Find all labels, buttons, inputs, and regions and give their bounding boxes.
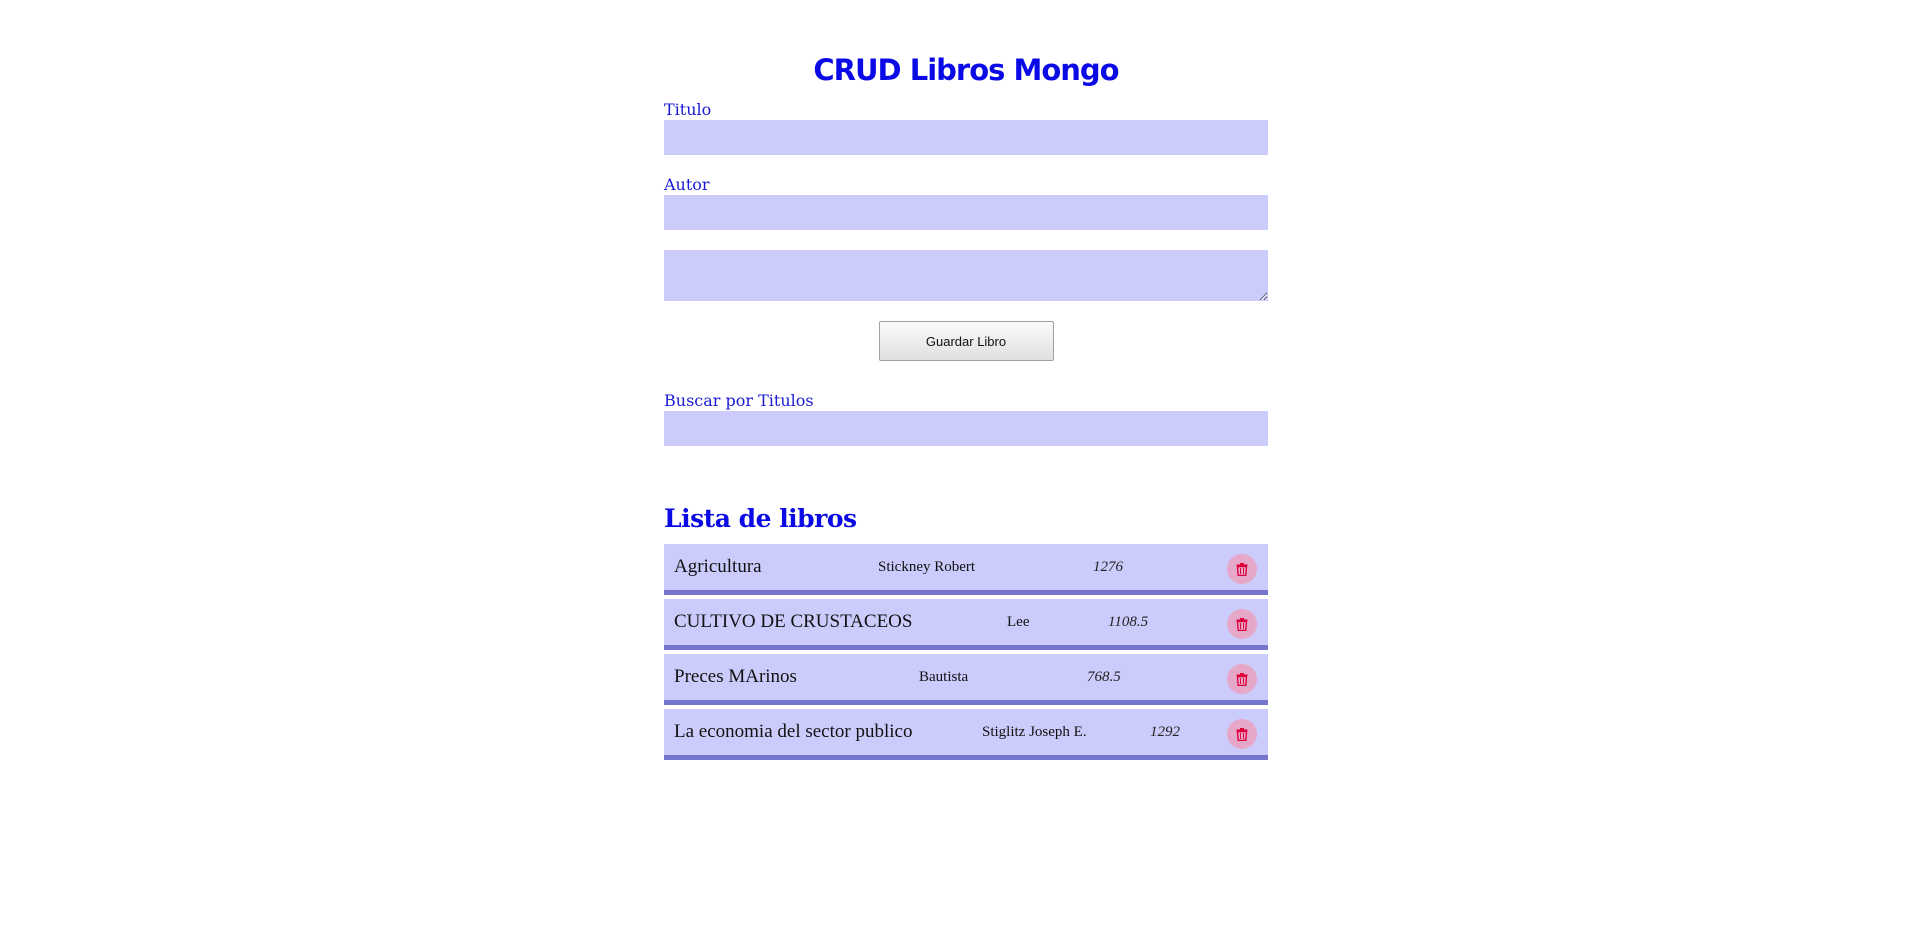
list-item: CULTIVO DE CRUSTACEOS Lee 1108.5 [664,599,1268,650]
list-item: Agricultura Stickney Robert 1276 [664,544,1268,595]
book-number: 1276 [1093,559,1123,575]
delete-button[interactable] [1227,719,1257,749]
book-title: Preces MArinos [674,666,797,687]
app-container: CRUD Libros Mongo Titulo Autor Guardar L… [664,0,1268,764]
save-row: Guardar Libro [664,321,1268,361]
titulo-label: Titulo [664,100,712,119]
book-title: Agricultura [674,556,762,577]
book-number: 1108.5 [1108,614,1149,630]
list-item: Preces MArinos Bautista 768.5 [664,654,1268,705]
book-author: Lee [1007,614,1030,630]
book-title: La economia del sector publico [674,721,913,742]
save-book-button[interactable]: Guardar Libro [878,321,1054,361]
book-title: CULTIVO DE CRUSTACEOS [674,611,913,632]
book-author: Stickney Robert [878,559,976,575]
autor-input[interactable] [664,195,1268,230]
description-textarea[interactable] [664,250,1268,301]
trash-icon [1236,562,1248,576]
titulo-input[interactable] [664,120,1268,155]
book-number: 768.5 [1087,669,1121,685]
book-author: Bautista [919,669,969,685]
page-title: CRUD Libros Mongo [813,53,1119,87]
delete-button[interactable] [1227,554,1257,584]
search-label: Buscar por Titulos [664,391,814,410]
autor-label: Autor [664,175,710,194]
list-item: La economia del sector publico Stiglitz … [664,709,1268,760]
trash-icon [1236,617,1248,631]
book-number: 1292 [1150,724,1180,740]
search-input[interactable] [664,411,1268,446]
trash-icon [1236,672,1248,686]
list-title: Lista de libros [664,504,857,533]
delete-button[interactable] [1227,609,1257,639]
book-author: Stiglitz Joseph E. [982,724,1087,740]
book-list: Agricultura Stickney Robert 1276 CULTIVO… [664,544,1268,760]
delete-button[interactable] [1227,664,1257,694]
trash-icon [1236,727,1248,741]
